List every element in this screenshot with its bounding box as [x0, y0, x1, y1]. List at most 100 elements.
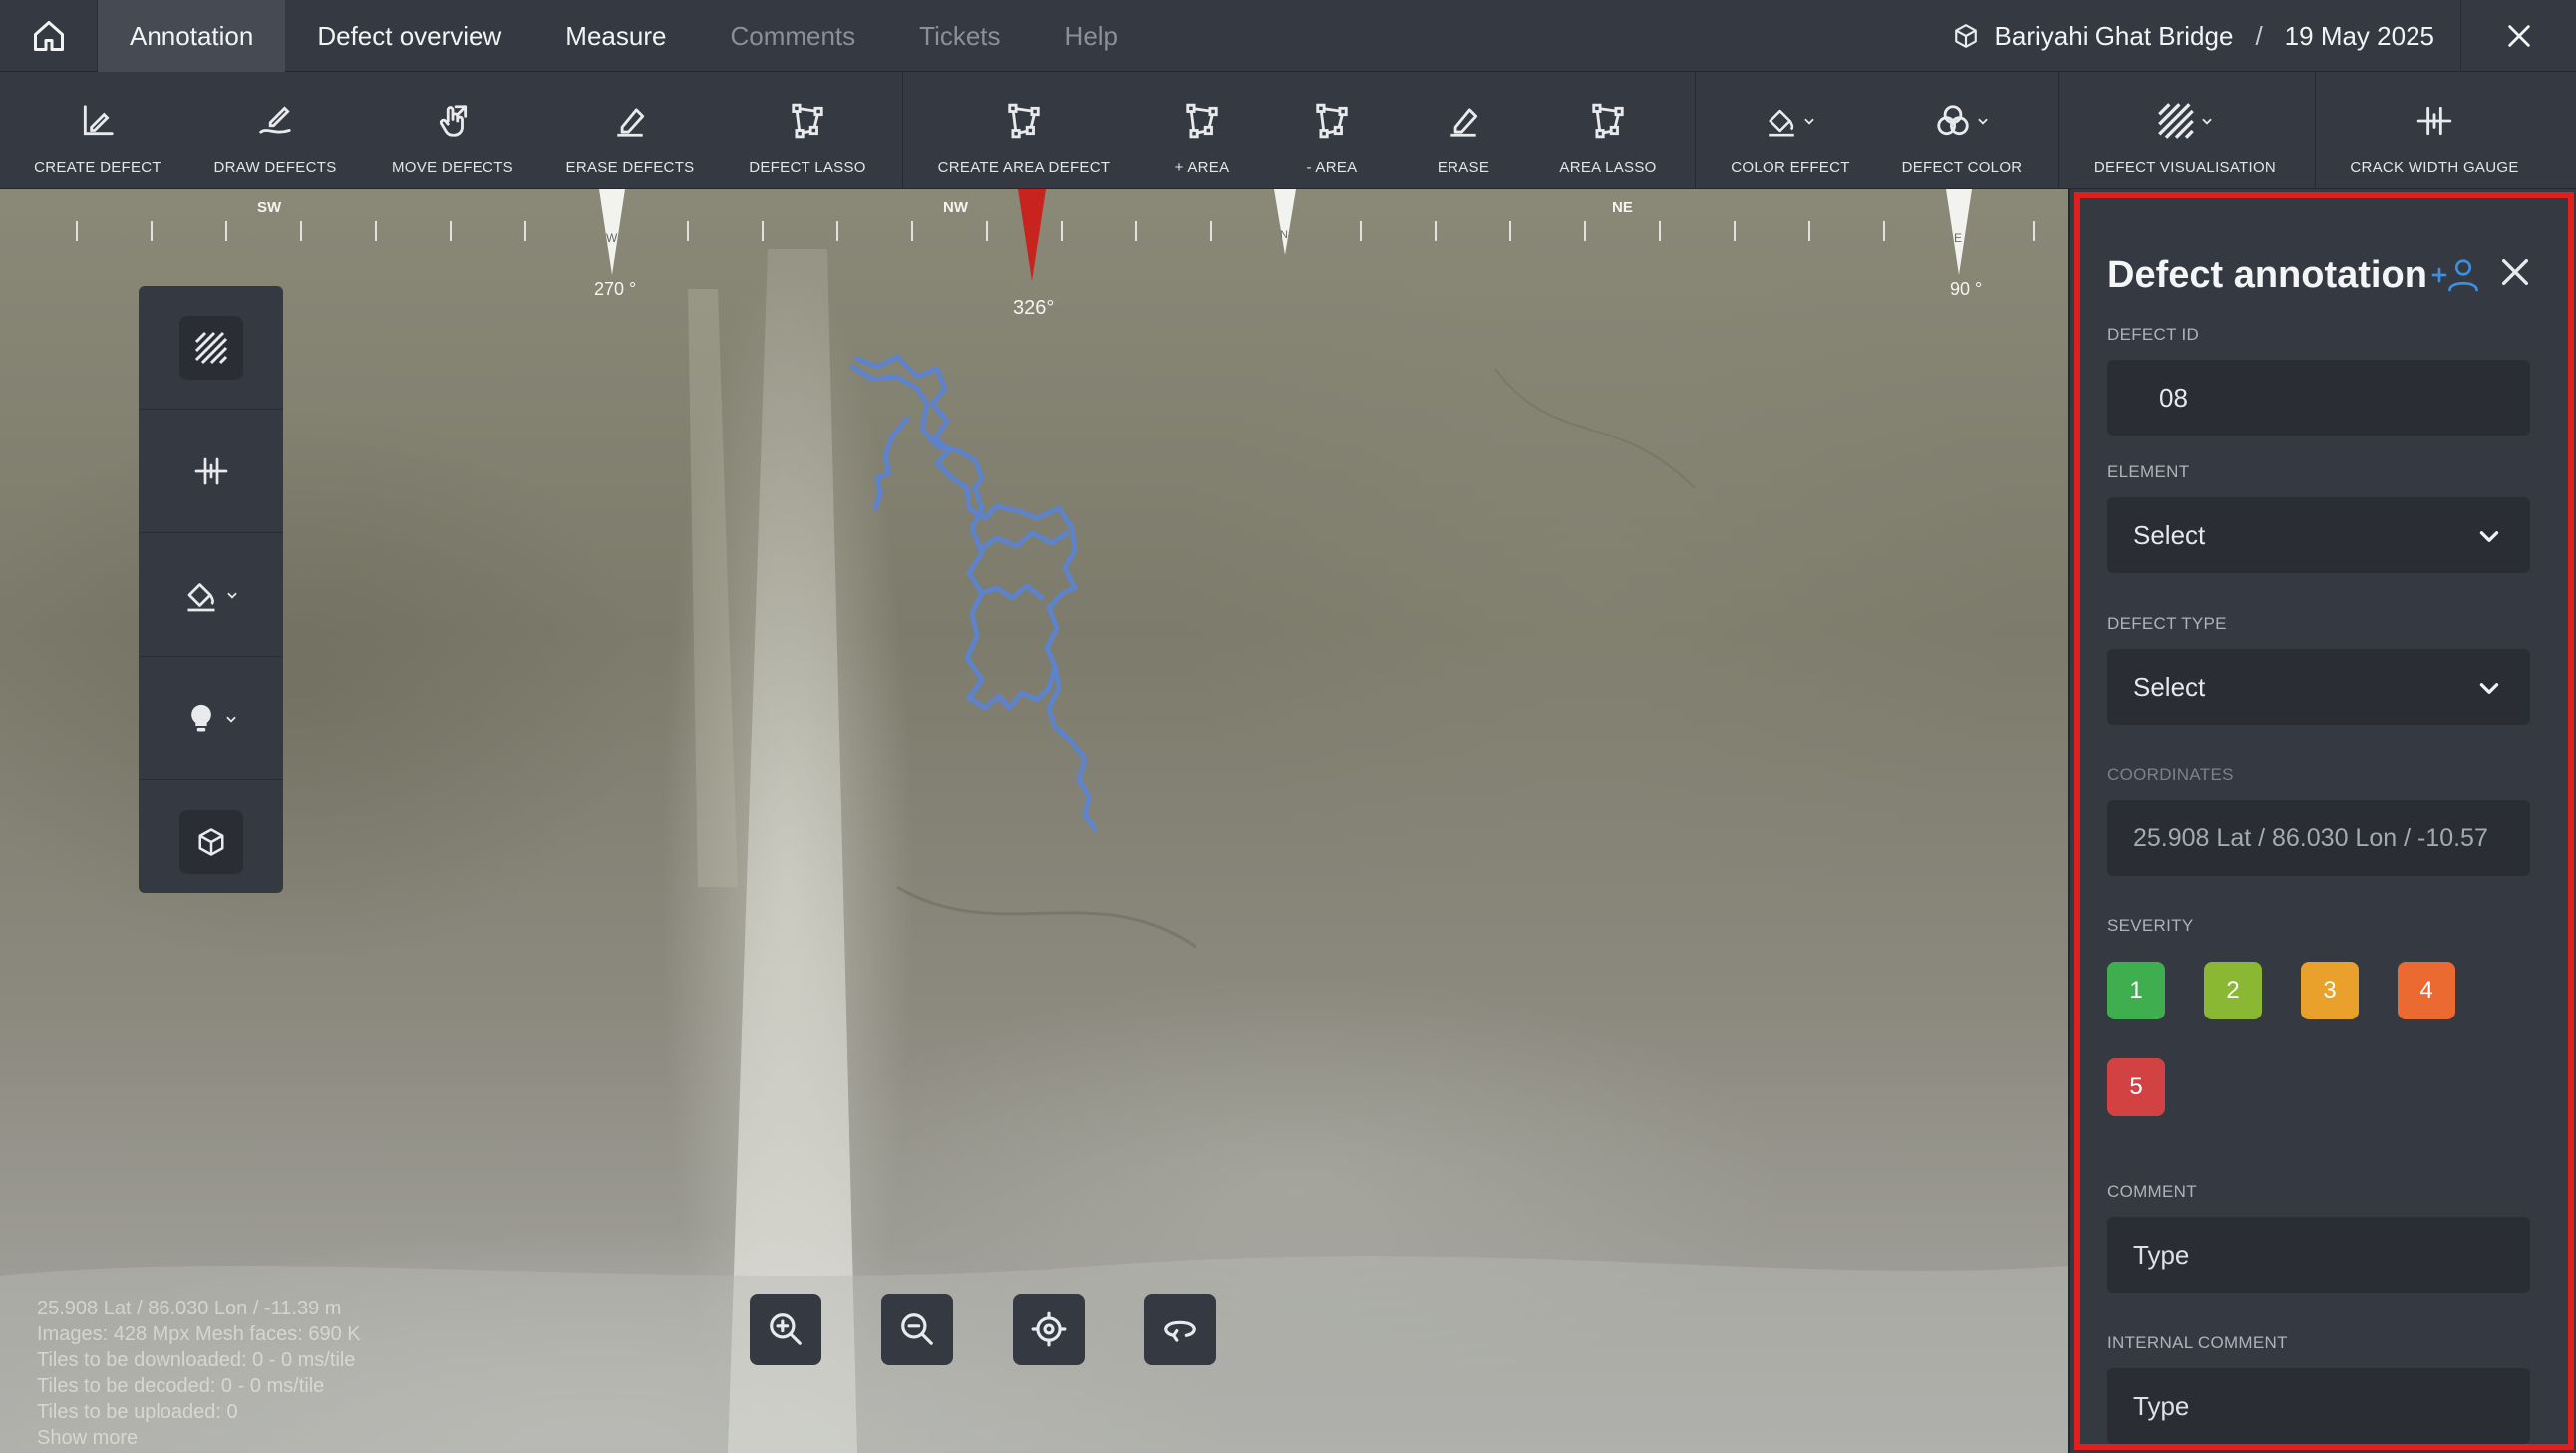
3d-viewport[interactable]: SW NW NE W 270 ° 326° N E 90 ° 25.908 La…: [0, 189, 2068, 1453]
crack-gauge-button[interactable]: [139, 410, 283, 533]
defect-color-tool[interactable]: DEFECT COLOR: [1884, 72, 2040, 189]
project-breadcrumb: Bariyahi Ghat Bridge / 19 May 2025: [1953, 0, 2434, 72]
create-defect-tool[interactable]: CREATE DEFECT: [14, 72, 181, 189]
defect-id-label: DEFECT ID: [2107, 325, 2200, 344]
internal-comment-label: INTERNAL COMMENT: [2107, 1333, 2288, 1352]
close-icon: [2507, 25, 2530, 47]
tab-tickets[interactable]: Tickets: [887, 0, 1032, 72]
panel-title: Defect annotation: [2107, 253, 2427, 296]
breadcrumb-separator: /: [2255, 20, 2263, 51]
severity-2-button[interactable]: 2: [2204, 962, 2262, 1019]
severity-3-button[interactable]: 3: [2301, 962, 2359, 1019]
comment-input[interactable]: Type: [2107, 1217, 2530, 1293]
view-tools-panel: [139, 286, 283, 893]
crack-defect-overlay[interactable]: [0, 189, 2068, 1453]
erase-icon: [1450, 108, 1478, 137]
defect-annotation-panel: Defect annotation DEFECT ID 08 ELEMENT S…: [2068, 189, 2576, 1453]
compass-west-letter: W: [606, 231, 618, 245]
home-icon: [33, 21, 64, 51]
compass-east-label: 90 °: [1950, 279, 1983, 299]
chevron-down-icon: [1804, 118, 1814, 125]
stats-images: Images: 428 Mpx Mesh faces: 690 K: [37, 1323, 361, 1345]
compass-bar[interactable]: SW NW NE W 270 ° 326° N E 90 °: [0, 189, 2068, 319]
tab-defect-overview[interactable]: Defect overview: [285, 0, 533, 72]
severity-4-button[interactable]: 4: [2398, 962, 2455, 1019]
create-area-defect-tool[interactable]: CREATE AREA DEFECT: [917, 72, 1130, 189]
element-select[interactable]: Select: [2107, 497, 2530, 573]
remove-area-tool[interactable]: - AREA: [1272, 72, 1392, 189]
coordinates-label: COORDINATES: [2107, 765, 2234, 784]
area-lasso-tool[interactable]: AREA LASSO: [1535, 72, 1681, 189]
create-defect-icon: [83, 105, 114, 136]
move-defects-icon: [439, 105, 468, 137]
defect-type-select[interactable]: Select: [2107, 649, 2530, 725]
compass-north-letter: N: [1280, 229, 1288, 241]
add-area-tool[interactable]: + AREA: [1142, 72, 1262, 189]
cube-icon: [198, 828, 223, 856]
tab-help[interactable]: Help: [1033, 0, 1149, 72]
tab-measure[interactable]: Measure: [533, 0, 698, 72]
lightbulb-icon: [190, 704, 211, 731]
zoom-out-button[interactable]: [881, 1294, 953, 1365]
hatch-icon: [194, 331, 227, 364]
crack-gauge-icon: [2416, 106, 2452, 136]
element-select-value: Select: [2133, 519, 2206, 550]
orbit-button[interactable]: [1144, 1294, 1216, 1365]
compass-heading-label: 326°: [1013, 297, 1055, 319]
model-view-button[interactable]: [139, 780, 283, 904]
crack-width-gauge-tool[interactable]: CRACK WIDTH GAUGE: [2329, 72, 2540, 189]
compass-label-ne: NE: [1612, 199, 1633, 216]
chevron-down-icon: [2479, 531, 2499, 542]
home-button[interactable]: [0, 0, 98, 72]
lighting-button[interactable]: [139, 657, 283, 780]
project-name[interactable]: Bariyahi Ghat Bridge: [1995, 21, 2234, 52]
zoom-in-button[interactable]: [750, 1294, 821, 1365]
toolbar-divider: [902, 72, 903, 189]
defect-id-value: 08: [2159, 382, 2188, 413]
annotation-toolbar: CREATE DEFECT DRAW DEFECTS MOVE DEFECTS …: [0, 72, 2576, 189]
assign-user-button[interactable]: [2431, 257, 2483, 293]
close-icon: [2501, 258, 2529, 286]
chevron-down-icon: [226, 592, 237, 599]
color-effect-tool[interactable]: COLOR EFFECT: [1711, 72, 1870, 189]
recenter-button[interactable]: [1013, 1294, 1085, 1365]
defect-visualisation-tool[interactable]: DEFECT VISUALISATION: [2074, 72, 2297, 189]
tab-annotation[interactable]: Annotation: [98, 0, 286, 72]
color-effect-button[interactable]: [139, 533, 283, 657]
close-app-button[interactable]: [2460, 0, 2576, 72]
remove-area-icon: [1316, 103, 1348, 139]
show-more-link[interactable]: Show more: [37, 1425, 361, 1451]
draw-defects-tool[interactable]: DRAW DEFECTS: [191, 72, 359, 189]
severity-1-button[interactable]: 1: [2107, 962, 2165, 1019]
move-defects-tool[interactable]: MOVE DEFECTS: [369, 72, 536, 189]
erase-area-tool[interactable]: ERASE: [1404, 72, 1523, 189]
severity-5-button[interactable]: 5: [2107, 1058, 2165, 1116]
stats-tiles-downloaded: Tiles to be downloaded: 0 - 0 ms/tile: [37, 1349, 356, 1371]
comment-placeholder: Type: [2133, 1239, 2190, 1270]
internal-comment-input[interactable]: Type: [2107, 1368, 2530, 1444]
project-date[interactable]: 19 May 2025: [2285, 21, 2434, 52]
defect-id-field[interactable]: 08: [2107, 360, 2530, 436]
close-panel-button[interactable]: [2498, 255, 2532, 294]
toolbar-divider: [2315, 72, 2316, 189]
coordinates-field: 25.908 Lat / 86.030 Lon / -10.57: [2107, 800, 2530, 876]
render-stats: 25.908 Lat / 86.030 Lon / -11.39 m Image…: [37, 1296, 361, 1451]
compass-west-label: 270 °: [594, 279, 637, 299]
erase-defects-tool[interactable]: ERASE DEFECTS: [546, 72, 714, 189]
severity-label: SEVERITY: [2107, 916, 2194, 935]
compass-label-sw: SW: [257, 199, 282, 216]
defect-lasso-tool[interactable]: DEFECT LASSO: [724, 72, 891, 189]
toolbar-divider: [2058, 72, 2059, 189]
erase-defects-icon: [617, 108, 645, 137]
chevron-down-icon: [1978, 118, 1988, 125]
internal-comment-placeholder: Type: [2133, 1390, 2190, 1421]
visualisation-toggle-button[interactable]: [139, 286, 283, 410]
panel-header: Defect annotation: [2107, 245, 2546, 305]
nav-tabs: Annotation Defect overview Measure Comme…: [98, 0, 1149, 72]
add-area-icon: [1186, 103, 1218, 139]
chevron-down-icon: [2479, 683, 2499, 694]
stats-tiles-decoded: Tiles to be decoded: 0 - 0 ms/tile: [37, 1375, 325, 1397]
stats-coordinates: 25.908 Lat / 86.030 Lon / -11.39 m: [37, 1298, 342, 1319]
orbit-icon: [1164, 1320, 1196, 1342]
tab-comments[interactable]: Comments: [698, 0, 887, 72]
